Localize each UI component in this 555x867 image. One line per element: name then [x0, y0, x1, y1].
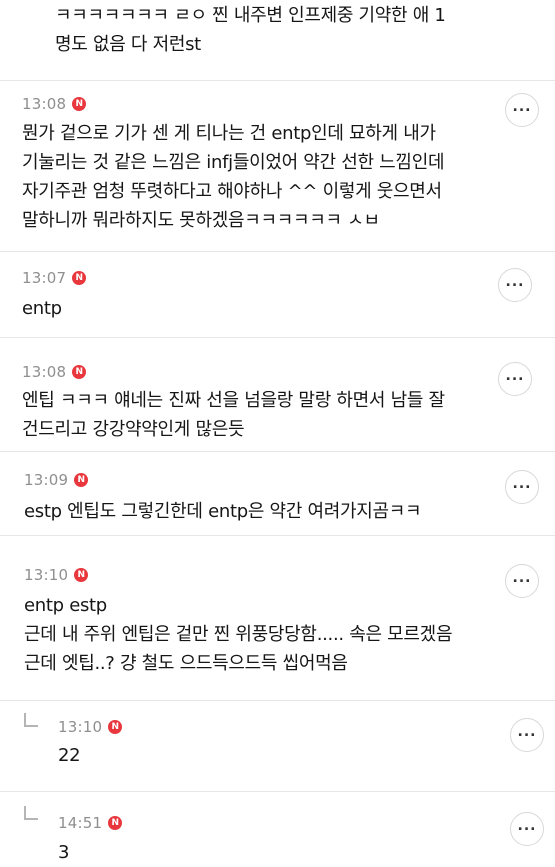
comment-item: ㅋㅋㅋㅋㅋㅋㅋ ㄹㅇ 찐 내주변 인프제중 기약한 애 1 명도 없음 다 저런… [0, 0, 555, 80]
new-badge: N [108, 816, 123, 830]
comment-meta: 13:07 N [22, 269, 87, 287]
reply-arrow-icon [24, 713, 38, 727]
more-options-button[interactable]: ... [505, 564, 539, 598]
new-badge: N [74, 473, 89, 487]
comment-item: 13:09 N ... estp 엔팁도 그렇긴한데 entp은 약간 여려가지… [0, 452, 555, 532]
comment-time: 13:07 [22, 269, 67, 287]
new-badge: N [72, 97, 87, 111]
comment-text: entp [22, 298, 62, 319]
comment-meta: 13:08 N [22, 95, 87, 113]
comment-text: estp 엔팁도 그렇긴한데 entp은 약간 여려가지곰ㅋㅋ [24, 501, 422, 522]
more-options-button[interactable]: ... [510, 812, 544, 846]
comment-time: 13:10 [58, 718, 103, 736]
comment-time: 13:08 [22, 95, 67, 113]
comment-text: 3 [58, 842, 70, 863]
comment-text: 22 [58, 745, 81, 766]
reply-item: 13:10 N ... 22 [0, 701, 555, 791]
comment-item: 13:10 N ... entp estp 근데 내 주위 엔팁은 겉만 찐 위… [0, 536, 555, 700]
comment-meta: 13:10 N [24, 566, 89, 584]
more-icon: ... [517, 724, 537, 740]
more-icon: ... [512, 476, 532, 492]
comment-time: 13:09 [24, 471, 69, 489]
more-icon: ... [512, 570, 532, 586]
comment-text: 엔팁 ㅋㅋㅋ 얘네는 진짜 선을 넘을랑 말랑 하면서 남들 잘 건드리고 강강… [22, 390, 445, 440]
comment-time: 14:51 [58, 814, 103, 832]
comment-item: 13:08 N ... 뭔가 겉으로 기가 센 게 티나는 건 entp인데 묘… [0, 81, 555, 251]
comment-item: 13:07 N ... entp [0, 252, 555, 337]
comment-item: 13:08 N ... 엔팁 ㅋㅋㅋ 얘네는 진짜 선을 넘을랑 말랑 하면서 … [0, 338, 555, 451]
comment-time: 13:08 [22, 363, 67, 381]
comment-time: 13:10 [24, 566, 69, 584]
comment-meta: 13:08 N [22, 363, 87, 381]
new-badge: N [108, 720, 123, 734]
more-options-button[interactable]: ... [505, 470, 539, 504]
more-icon: ... [517, 818, 537, 834]
comment-text: ㅋㅋㅋㅋㅋㅋㅋ ㄹㅇ 찐 내주변 인프제중 기약한 애 1 명도 없음 다 저런… [55, 5, 446, 55]
more-icon: ... [505, 368, 525, 384]
reply-arrow-icon [24, 806, 38, 820]
more-options-button[interactable]: ... [505, 93, 539, 127]
reply-item: 14:51 N ... 3 [0, 792, 555, 867]
comment-meta: 13:10 N [58, 718, 123, 736]
more-icon: ... [505, 274, 525, 290]
more-options-button[interactable]: ... [510, 718, 544, 752]
new-badge: N [72, 365, 87, 379]
more-options-button[interactable]: ... [498, 362, 532, 396]
comment-meta: 14:51 N [58, 814, 123, 832]
more-options-button[interactable]: ... [498, 268, 532, 302]
comment-text: 뭔가 겉으로 기가 센 게 티나는 건 entp인데 묘하게 내가 기눌리는 것… [22, 123, 445, 231]
new-badge: N [74, 568, 89, 582]
comment-text: entp estp 근데 내 주위 엔팁은 겉만 찐 위풍당당함..... 속은… [24, 595, 453, 674]
comment-meta: 13:09 N [24, 471, 89, 489]
new-badge: N [72, 271, 87, 285]
more-icon: ... [512, 99, 532, 115]
